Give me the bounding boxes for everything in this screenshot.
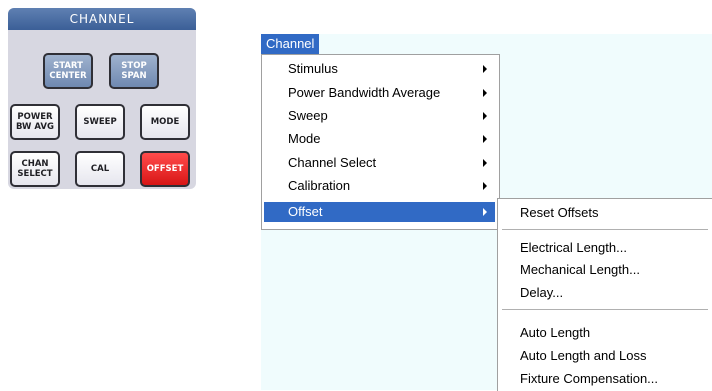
menu-item-sweep[interactable]: Sweep xyxy=(264,106,495,126)
submenu-item-mechanical-length[interactable]: Mechanical Length... xyxy=(500,260,708,280)
menu-item-label: Offset xyxy=(288,204,323,219)
submenu-item-electrical-length[interactable]: Electrical Length... xyxy=(500,238,708,258)
submenu-arrow-icon xyxy=(483,89,487,97)
menu-item-label: Channel Select xyxy=(288,155,377,170)
menu-separator xyxy=(502,229,708,230)
submenu-arrow-icon xyxy=(483,112,487,120)
channel-menu-title[interactable]: Channel xyxy=(261,34,320,54)
sweep-key[interactable]: SWEEP xyxy=(75,104,125,140)
channel-panel-title: CHANNEL xyxy=(8,8,196,30)
menu-item-label: Calibration xyxy=(288,178,351,193)
menu-item-channel-select[interactable]: Channel Select xyxy=(264,153,495,173)
submenu-item-fixture-compensation[interactable]: Fixture Compensation... xyxy=(500,369,708,389)
channel-dropdown-menu: Stimulus Power Bandwidth Average Sweep M… xyxy=(261,54,500,230)
submenu-item-auto-length-and-loss[interactable]: Auto Length and Loss xyxy=(500,346,708,366)
menu-item-label: Stimulus xyxy=(288,61,338,76)
menu-item-label: Power Bandwidth Average xyxy=(288,85,441,100)
stop-span-key[interactable]: STOP SPAN xyxy=(109,53,159,89)
cal-key[interactable]: CAL xyxy=(75,151,125,187)
power-bw-avg-key[interactable]: POWER BW AVG xyxy=(10,104,60,140)
submenu-arrow-icon xyxy=(483,159,487,167)
submenu-item-reset-offsets[interactable]: Reset Offsets xyxy=(500,203,708,223)
submenu-arrow-icon xyxy=(483,135,487,143)
menu-item-mode[interactable]: Mode xyxy=(264,129,495,149)
submenu-item-delay[interactable]: Delay... xyxy=(500,283,708,303)
offset-submenu: Reset Offsets Electrical Length... Mecha… xyxy=(497,198,712,391)
menu-item-label: Mode xyxy=(288,131,321,146)
submenu-item-auto-length[interactable]: Auto Length xyxy=(500,323,708,343)
mode-key[interactable]: MODE xyxy=(140,104,190,140)
start-center-key[interactable]: START CENTER xyxy=(43,53,93,89)
menu-item-offset[interactable]: Offset xyxy=(264,202,495,222)
menu-item-stimulus[interactable]: Stimulus xyxy=(264,59,495,79)
submenu-arrow-icon xyxy=(483,65,487,73)
menu-item-calibration[interactable]: Calibration xyxy=(264,176,495,196)
offset-key[interactable]: OFFSET xyxy=(140,151,190,187)
channel-hardkey-panel: CHANNEL START CENTER STOP SPAN POWER BW … xyxy=(8,8,196,189)
menu-separator xyxy=(502,309,708,310)
menu-item-label: Sweep xyxy=(288,108,328,123)
chan-select-key[interactable]: CHAN SELECT xyxy=(10,151,60,187)
menu-item-power-bandwidth-average[interactable]: Power Bandwidth Average xyxy=(264,83,495,103)
submenu-arrow-icon xyxy=(483,182,487,190)
submenu-arrow-icon xyxy=(483,208,487,216)
